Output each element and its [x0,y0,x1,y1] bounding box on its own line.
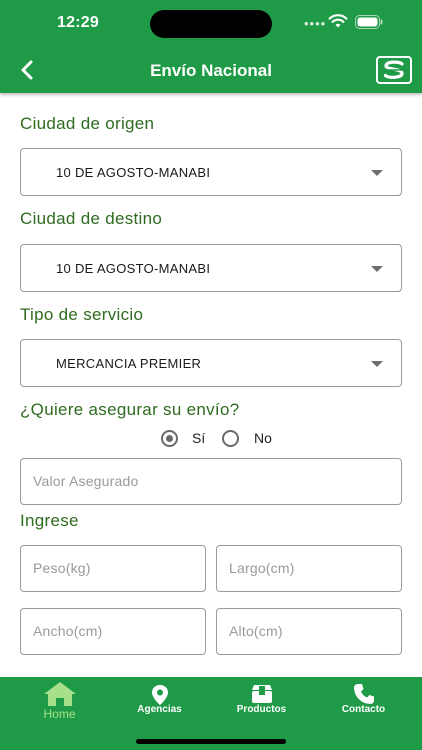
service-label: Tipo de servicio [20,305,144,324]
insured-value-input[interactable]: Valor Asegurado [20,458,402,505]
tab-agencies[interactable]: Agencias [107,677,212,727]
battery-icon [355,15,383,29]
tab-agencies-label: Agencias [137,704,182,715]
status-time: 12:29 [57,14,99,31]
insure-no-label: No [254,430,272,446]
tab-home[interactable]: Home [7,677,112,727]
company-logo-icon [376,56,412,84]
app-header: 12:29 •••• Envío Nacional [0,0,422,93]
home-indicator [136,739,286,744]
service-select[interactable]: MERCANCIA PREMIER [20,339,402,387]
phone-icon [353,684,374,704]
tab-contact-label: Contacto [341,704,386,715]
destination-value: 10 DE AGOSTO-MANABI [56,261,211,276]
map-pin-icon [151,685,168,705]
length-input[interactable]: Largo(cm) [216,545,402,592]
insure-yes-radio[interactable] [161,430,178,447]
chevron-down-icon [371,266,383,272]
destination-label: Ciudad de destino [20,209,163,228]
insure-yes-label: Sí [192,430,206,446]
origin-value: 10 DE AGOSTO-MANABI [56,165,211,180]
home-icon [43,682,76,706]
weight-input[interactable]: Peso(kg) [20,545,206,592]
page-title: Envío Nacional [150,61,272,80]
chevron-down-icon [371,361,383,367]
width-input[interactable]: Ancho(cm) [20,608,206,655]
chevron-down-icon [371,170,383,176]
height-input[interactable]: Alto(cm) [216,608,402,655]
tab-home-label: Home [43,707,76,721]
insure-question: ¿Quiere asegurar su envío? [20,400,240,419]
box-icon [251,685,272,703]
destination-select[interactable]: 10 DE AGOSTO-MANABI [20,244,402,292]
tab-contact[interactable]: Contacto [311,677,416,727]
tab-products-label: Productos [236,704,287,715]
origin-select[interactable]: 10 DE AGOSTO-MANABI [20,148,402,196]
wifi-icon [328,14,348,28]
tab-products[interactable]: Productos [209,677,314,727]
dynamic-island [150,10,272,38]
origin-label: Ciudad de origen [20,114,155,133]
ingrese-label: Ingrese [20,511,79,530]
signal-icon: •••• [304,16,327,31]
insure-no-radio[interactable] [222,430,239,447]
service-value: MERCANCIA PREMIER [56,356,202,371]
